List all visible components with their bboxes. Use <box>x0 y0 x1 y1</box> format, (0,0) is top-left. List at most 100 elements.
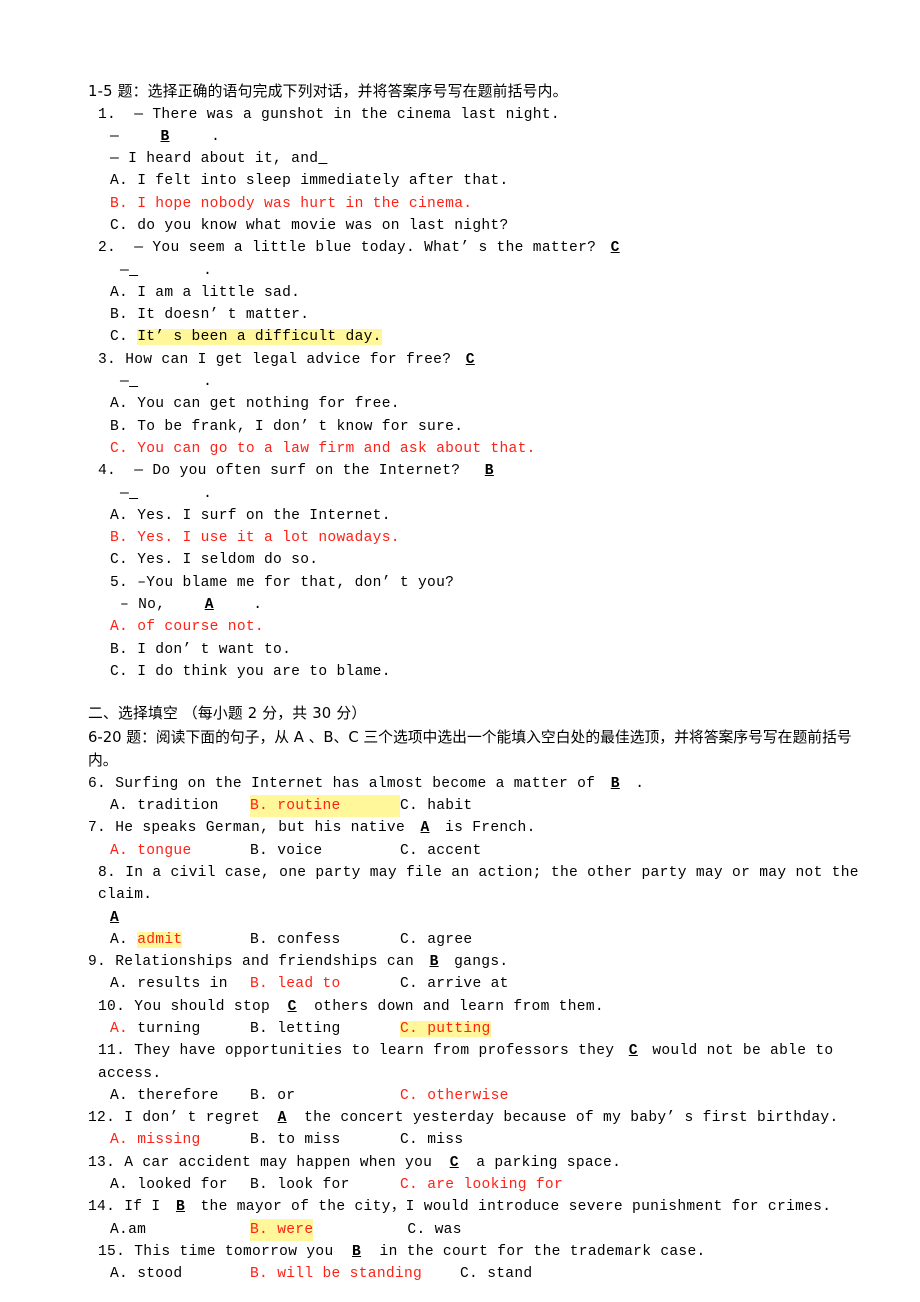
q3-opt-b-text: To be frank, I don’ t know for sure. <box>137 418 464 435</box>
question-3-option-c[interactable]: C. You can go to a law firm and ask abou… <box>88 438 875 460</box>
question-6-stem: 6. Surfing on the Internet has almost be… <box>88 773 875 795</box>
q6-option-b[interactable]: B. routine <box>250 795 400 818</box>
question-3-option-b[interactable]: B. To be frank, I don’ t know for sure. <box>88 416 875 438</box>
q2-inline-answer[interactable]: C <box>596 237 634 259</box>
q3-opt-a-label: A. <box>110 396 129 413</box>
q7-option-c[interactable]: C. accent <box>400 843 482 859</box>
q13-option-b[interactable]: B. look for <box>250 1174 400 1196</box>
q15-opt-c-label: C. <box>460 1266 479 1283</box>
question-4-option-b[interactable]: B. Yes. I use it a lot nowadays. <box>88 527 875 549</box>
q4-opt-b-text: Yes. I use it a lot nowadays. <box>137 530 400 547</box>
q10-answer-blank[interactable]: C <box>270 996 314 1018</box>
q3-answer-blank[interactable] <box>129 371 203 393</box>
q7-option-a[interactable]: A. tongue <box>110 840 250 862</box>
q1-trailing-blank[interactable] <box>318 148 362 170</box>
question-1-option-a[interactable]: A. I felt into sleep immediately after t… <box>88 170 875 192</box>
q8-option-a[interactable]: A. admit <box>110 929 250 951</box>
q9-number: 9. <box>88 954 107 971</box>
q14-opt-a-text: am <box>128 1221 147 1238</box>
question-1-option-c[interactable]: C. do you know what movie was on last ni… <box>88 215 875 237</box>
question-12-stem: 12. I don’ t regret Athe concert yesterda… <box>88 1107 875 1129</box>
q2-dash: — <box>120 262 130 279</box>
q10-option-a[interactable]: A. turning <box>110 1018 250 1040</box>
q12-answer-blank[interactable]: A <box>260 1107 304 1129</box>
q8-option-c[interactable]: C. agree <box>400 932 472 948</box>
question-2-stem: 2. — You seem a little blue today. What’… <box>88 237 875 259</box>
q7-option-b[interactable]: B. voice <box>250 840 400 862</box>
q1-opt-c-label: C. <box>110 217 129 234</box>
question-15-options: A. stood B. will be standing C. stand <box>88 1263 875 1285</box>
question-5-option-a[interactable]: A. of course not. <box>88 616 875 638</box>
q2-opt-a-label: A. <box>110 284 129 301</box>
q2-answer-blank[interactable] <box>129 260 203 282</box>
q7-opt-a-text: tongue <box>137 842 192 859</box>
q1-dash: — <box>110 128 120 145</box>
q10-option-c[interactable]: C. putting <box>400 1020 491 1037</box>
q1-opt-a-text: I felt into sleep immediately after that… <box>137 173 509 190</box>
q13-answer-blank[interactable]: C <box>432 1152 476 1174</box>
q15-option-a[interactable]: A. stood <box>110 1263 250 1285</box>
q3-inline-answer[interactable]: C <box>451 349 489 371</box>
q1-answer-suffix: . <box>211 128 221 145</box>
q12-option-c[interactable]: C. miss <box>400 1132 463 1148</box>
q11-option-a[interactable]: A. therefore <box>110 1085 250 1107</box>
q4-answer-blank[interactable] <box>129 483 203 505</box>
question-1-option-b[interactable]: B. I hope nobody was hurt in the cinema. <box>88 193 875 215</box>
q3-spacer <box>116 352 125 368</box>
question-15-stem: 15. This time tomorrow you Bin the court … <box>88 1241 875 1263</box>
q13-number: 13. <box>88 1154 116 1171</box>
q4-inline-answer[interactable]: B <box>460 460 518 482</box>
q4-opt-a-text: Yes. I surf on the Internet. <box>137 507 391 524</box>
q12-option-b[interactable]: B. to miss <box>250 1129 400 1151</box>
q13-option-c[interactable]: C. are looking for <box>400 1177 563 1193</box>
q6-option-c[interactable]: C. habit <box>400 798 472 814</box>
q6-opt-c-text: habit <box>427 798 473 815</box>
q7-answer-blank[interactable]: A <box>405 817 445 839</box>
q5-answer-blank[interactable]: A <box>165 594 253 616</box>
question-2-option-a[interactable]: A. I am a little sad. <box>88 282 875 304</box>
q9-option-b[interactable]: B. lead to <box>250 973 400 995</box>
q14-answer-blank[interactable]: B <box>160 1196 200 1218</box>
q8-opt-a-label: A. <box>110 931 129 948</box>
q14-option-a[interactable]: A.am <box>110 1219 250 1241</box>
question-3-option-a[interactable]: A. You can get nothing for free. <box>88 393 875 415</box>
q6-opt-c-label: C. <box>400 798 419 815</box>
question-8-stem: 8. In a civil case, one party may file a… <box>88 862 875 907</box>
q13-option-a[interactable]: A. looked for <box>110 1174 250 1196</box>
q6-answer-blank[interactable]: B <box>595 773 635 795</box>
question-4-option-c[interactable]: C. Yes. I seldom do so. <box>88 549 875 571</box>
question-4-answer-line: — . <box>88 483 875 505</box>
q12-opt-a-text: missing <box>137 1132 201 1149</box>
q10-option-b[interactable]: B. letting <box>250 1018 400 1040</box>
q10-opt-b-text: letting <box>277 1020 341 1037</box>
question-4-stem: 4. — Do you often surf on the Internet? B <box>88 460 875 482</box>
q12-option-a[interactable]: A. missing <box>110 1129 250 1151</box>
question-5-option-c[interactable]: C. I do think you are to blame. <box>88 661 875 683</box>
q13-opt-c-label: C. <box>400 1177 419 1194</box>
question-2-option-c[interactable]: C. It’ s been a difficult day. <box>88 326 875 348</box>
q2-opt-b-text: It doesn’ t matter. <box>137 307 310 324</box>
q15-option-b[interactable]: B. will be standing <box>250 1263 460 1285</box>
q9-answer-blank[interactable]: B <box>414 951 454 973</box>
q9-opt-c-text: arrive at <box>427 976 509 993</box>
q5-opt-b-label: B. <box>110 641 129 658</box>
q14-option-b[interactable]: B. were <box>250 1218 314 1241</box>
q13-stem-after: a parking space. <box>476 1154 622 1171</box>
q9-option-a[interactable]: A. results in <box>110 973 250 995</box>
q15-option-c[interactable]: C. stand <box>460 1266 532 1282</box>
question-4-option-a[interactable]: A. Yes. I surf on the Internet. <box>88 505 875 527</box>
q8-answer-blank[interactable]: A <box>110 907 140 929</box>
q9-option-c[interactable]: C. arrive at <box>400 976 509 992</box>
q7-stem-after: is French. <box>445 820 536 837</box>
q14-option-c[interactable]: C. was <box>407 1222 461 1238</box>
q8-option-b[interactable]: B. confess <box>250 929 400 951</box>
question-5-option-b[interactable]: B. I don’ t want to. <box>88 639 875 661</box>
question-2-option-b[interactable]: B. It doesn’ t matter. <box>88 304 875 326</box>
q6-option-a[interactable]: A. tradition <box>110 795 250 817</box>
q15-answer-blank[interactable]: B <box>334 1241 380 1263</box>
q11-answer-blank[interactable]: C <box>614 1040 652 1062</box>
q7-stem-before: He speaks German, but his native <box>115 820 406 837</box>
q11-option-b[interactable]: B. or <box>250 1085 400 1107</box>
q11-option-c[interactable]: C. otherwise <box>400 1088 509 1104</box>
q1-answer-blank[interactable]: B <box>119 126 211 148</box>
